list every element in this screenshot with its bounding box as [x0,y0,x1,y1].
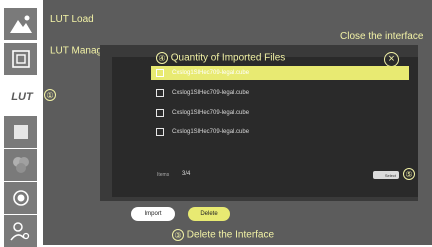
lut-load-button[interactable] [4,8,37,40]
file-list-item[interactable]: Cxslog1SlHec709-legal.cube [151,66,409,80]
file-checkbox[interactable] [156,109,164,117]
file-name: Cxslog1SlHec709-legal.cube [172,70,250,76]
callout-quantity-imported: ④ Quantity of Imported Files [156,52,285,64]
sidebar-item-display[interactable] [4,116,37,148]
callout-close-interface: Close the interface [340,31,424,42]
menu-lut-manage-label: LUT Manage [50,45,108,57]
user-settings-icon [9,222,29,241]
color-circles-icon [12,157,29,173]
close-button[interactable]: × [384,52,399,67]
callout-number-3: ③ [172,229,184,241]
sidebar: LUT [0,0,44,247]
file-checkbox[interactable] [156,128,164,136]
sidebar-item-record[interactable] [4,182,37,214]
lut-label: LUT [11,91,33,103]
record-icon [12,190,29,206]
import-button[interactable]: Import [131,207,175,221]
file-list-item[interactable]: Cxslog1SlHec709-legal.cube [151,86,409,100]
menu-lut-load[interactable]: LUT Load [50,14,94,25]
callout-number-1: ① [44,89,56,101]
delete-interface-label: Delete the Interface [186,229,275,241]
mountain-icon [9,15,32,33]
callout-delete-interface: ③ Delete the Interface [172,229,274,241]
square-icon [13,125,28,139]
toggle-label: Select [384,172,396,178]
sidebar-item-user[interactable] [4,215,37,247]
file-name: Cxslog1SlHec709-legal.cube [172,129,250,135]
sidebar-item-color[interactable] [4,149,37,181]
file-name: Cxslog1SlHec709-legal.cube [172,90,250,96]
file-count-label: Items [157,172,170,178]
callout-number-4: ④ [156,52,168,64]
file-count-value: 3/4 [182,171,191,177]
sidebar-item-lut[interactable]: LUT [7,85,37,109]
lut-manage-button[interactable] [4,43,37,75]
file-list-item[interactable]: Cxslog1SlHec709-legal.cube [151,125,409,139]
file-checkbox[interactable] [156,69,164,77]
frame-icon [11,50,30,68]
quantity-imported-label: Quantity of Imported Files [170,52,286,64]
callout-number-5: ⑤ [403,168,415,180]
file-name: Cxslog1SlHec709-legal.cube [172,110,250,116]
close-icon: × [388,53,395,65]
file-checkbox[interactable] [156,89,164,97]
delete-button[interactable]: Delete [188,207,230,221]
select-all-toggle[interactable]: Select [373,171,399,179]
file-list-item[interactable]: Cxslog1SlHec709-legal.cube [151,106,409,120]
